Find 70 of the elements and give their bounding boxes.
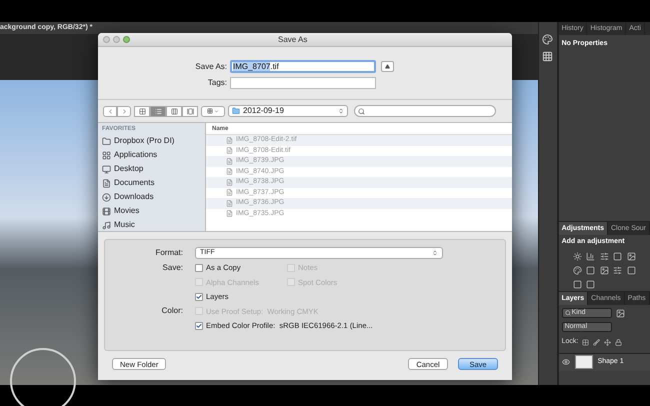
eye-icon[interactable] <box>562 358 570 366</box>
sidebar-item[interactable]: Dropbox (Pro DI) <box>102 134 205 148</box>
checkbox[interactable] <box>195 264 203 272</box>
adjustment-icon[interactable] <box>572 266 582 274</box>
list-view-button[interactable] <box>150 106 166 116</box>
chevron-right-icon <box>120 108 128 114</box>
adjustment-icon[interactable] <box>626 252 636 260</box>
sidebar-item[interactable]: Applications <box>102 148 205 162</box>
option-label: Save: <box>162 262 183 274</box>
column-view-button[interactable] <box>166 106 182 116</box>
checkbox[interactable] <box>195 292 203 301</box>
file-icon <box>226 136 233 144</box>
sidebar-item[interactable]: Downloads <box>102 190 205 204</box>
palette-icon[interactable] <box>542 34 554 45</box>
file-icon <box>226 178 233 186</box>
save-as-label: Save As: <box>194 60 228 72</box>
file-icon <box>226 210 233 218</box>
grid-icon[interactable] <box>542 51 554 62</box>
format-label: Format: <box>154 247 184 259</box>
document-icon <box>102 178 111 188</box>
checkbox[interactable] <box>195 322 203 330</box>
caret-icon <box>214 108 219 114</box>
triangle-icon <box>385 64 390 69</box>
location-dropdown[interactable]: 2012-09-19 <box>228 105 348 117</box>
tags-label: Tags: <box>206 77 228 89</box>
file-icon <box>226 189 233 196</box>
brush-icon[interactable] <box>593 338 600 346</box>
tags-field[interactable] <box>230 77 376 89</box>
layer-thumbnail <box>574 355 593 369</box>
file-icon <box>226 168 233 176</box>
brush-cursor-icon <box>10 348 76 406</box>
expand-button[interactable] <box>381 61 394 72</box>
cover-flow-button[interactable] <box>182 106 198 116</box>
option-label: Color: <box>162 305 183 318</box>
sidebar-item[interactable]: Documents <box>102 176 205 190</box>
image-icon[interactable] <box>616 308 625 318</box>
file-icon <box>226 158 233 165</box>
view-icon <box>138 108 146 114</box>
file-icon <box>226 200 233 207</box>
adjustment-icon[interactable] <box>572 252 582 260</box>
film-icon <box>102 206 111 216</box>
filename-field[interactable]: IMG_8707.tif <box>230 60 376 73</box>
music-note-icon <box>102 220 111 230</box>
monitor-icon <box>102 164 111 174</box>
search-icon <box>358 108 365 114</box>
view-icon <box>154 108 162 114</box>
view-icon <box>186 108 194 114</box>
adjustment-icon[interactable] <box>613 266 622 274</box>
arrange-button[interactable] <box>201 106 225 116</box>
sidebar-item[interactable]: Music <box>102 218 205 232</box>
file-icon <box>226 147 233 154</box>
grid-icon <box>102 150 111 160</box>
folder-icon <box>102 136 111 146</box>
chevron-left-icon <box>106 108 114 114</box>
grid-icon <box>207 108 213 114</box>
sidebar-item[interactable]: Movies <box>102 204 205 218</box>
adjustment-icon[interactable] <box>600 252 609 260</box>
folder-icon <box>232 107 240 115</box>
adjustment-icon[interactable] <box>586 252 596 260</box>
grid-icon[interactable] <box>582 338 590 346</box>
search-icon <box>564 310 571 316</box>
window-title: Save As <box>278 34 308 46</box>
icon-view-button[interactable] <box>134 106 150 116</box>
move-icon[interactable] <box>604 338 612 346</box>
search-field[interactable] <box>354 105 496 117</box>
download-icon <box>102 192 111 202</box>
adjustment-icon[interactable] <box>600 266 609 274</box>
view-icon <box>170 108 178 114</box>
sidebar-item[interactable]: Desktop <box>102 162 205 176</box>
lock-icon[interactable] <box>615 338 622 346</box>
